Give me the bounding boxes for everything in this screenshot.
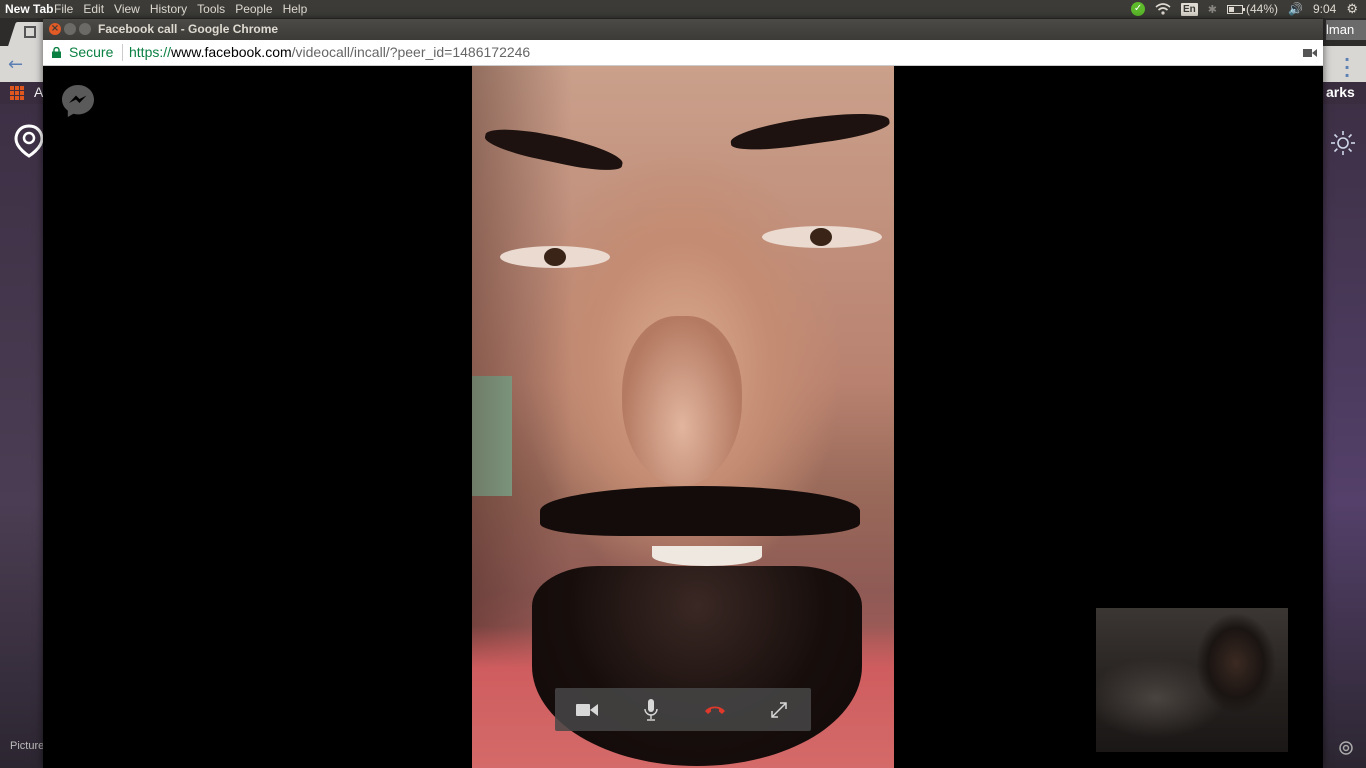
self-video-preview[interactable]: [1096, 608, 1288, 752]
camera-permission-icon[interactable]: [1303, 48, 1317, 58]
battery-icon: [1227, 4, 1246, 14]
window-maximize-button[interactable]: [79, 23, 91, 35]
remote-mustache: [540, 486, 860, 536]
menu-help[interactable]: Help: [283, 2, 308, 16]
chrome-menu-icon[interactable]: · · ·: [1344, 52, 1350, 84]
window-close-button[interactable]: ×: [49, 23, 61, 35]
menu-file[interactable]: File: [54, 2, 73, 16]
mute-button[interactable]: [635, 694, 667, 726]
keyboard-layout-indicator[interactable]: En: [1181, 2, 1198, 16]
update-check-icon[interactable]: ✓: [1131, 2, 1146, 16]
url-scheme: https://: [129, 44, 172, 60]
url-path: /videocall/incall/?peer_id=1486172246: [291, 44, 531, 60]
sun-icon[interactable]: [1330, 130, 1356, 156]
video-toggle-button[interactable]: [571, 694, 603, 726]
bluetooth-icon[interactable]: ✱: [1208, 3, 1217, 16]
facebook-call-window: × Facebook call - Google Chrome Secure h…: [43, 19, 1323, 768]
menu-tools[interactable]: Tools: [197, 2, 225, 16]
apps-label[interactable]: A: [34, 84, 43, 100]
video-camera-icon: [576, 703, 598, 716]
remote-eye-right: [762, 226, 882, 248]
remote-eyebrow-right: [728, 106, 892, 156]
picture-credit-label: Picture: [10, 740, 45, 752]
profile-button[interactable]: lman: [1326, 20, 1366, 40]
lock-icon[interactable]: [52, 47, 61, 58]
os-top-panel: New Tab File Edit View History Tools Peo…: [0, 0, 1366, 18]
window-title: Facebook call - Google Chrome: [98, 22, 279, 36]
address-bar[interactable]: Secure https://www.facebook.com/videocal…: [43, 40, 1323, 66]
url-text[interactable]: https://www.facebook.com/videocall/incal…: [129, 44, 530, 60]
menu-people[interactable]: People: [235, 2, 272, 16]
system-tray: ✓ En ✱ (44%) 🔊 9:04 ⚙: [1131, 1, 1358, 17]
address-separator: [122, 44, 123, 61]
url-host: www.facebook.com: [171, 44, 292, 60]
remote-nose: [622, 316, 742, 486]
fullscreen-button[interactable]: [763, 694, 795, 726]
expand-icon: [771, 701, 787, 718]
other-bookmarks-label[interactable]: arks: [1326, 84, 1355, 100]
video-call-area: [43, 66, 1323, 768]
wifi-icon[interactable]: [1155, 2, 1171, 16]
messenger-icon[interactable]: [60, 83, 96, 119]
menu-view[interactable]: View: [114, 2, 140, 16]
window-minimize-button[interactable]: [64, 23, 76, 35]
back-arrow-icon[interactable]: ←: [8, 54, 23, 75]
extension-logo-icon[interactable]: [14, 124, 44, 158]
hang-up-icon: [705, 706, 725, 714]
settings-gear-icon[interactable]: [1336, 738, 1356, 758]
end-call-button[interactable]: [699, 694, 731, 726]
menu-history[interactable]: History: [150, 2, 187, 16]
battery-percent: (44%): [1246, 2, 1279, 16]
remote-eye-left: [500, 246, 610, 268]
window-titlebar[interactable]: × Facebook call - Google Chrome: [43, 19, 1323, 40]
profile-name: lman: [1326, 22, 1355, 37]
secure-label[interactable]: Secure: [69, 44, 113, 60]
tab-page-icon: [24, 26, 36, 38]
new-tab-page-right: [1323, 104, 1366, 768]
global-menu: File Edit View History Tools People Help: [54, 2, 317, 16]
system-gear-icon[interactable]: ⚙: [1346, 1, 1358, 17]
remote-beard: [532, 566, 862, 766]
remote-video-feed: [472, 66, 894, 768]
new-tab-page-left: [0, 104, 43, 768]
microphone-icon: [644, 698, 658, 721]
apps-grid-icon[interactable]: [10, 86, 24, 100]
call-controls-bar: [555, 688, 811, 731]
battery-indicator[interactable]: (44%): [1227, 2, 1278, 16]
clock[interactable]: 9:04: [1313, 2, 1336, 16]
remote-mouth: [652, 546, 762, 566]
menu-edit[interactable]: Edit: [83, 2, 104, 16]
active-app-title: New Tab: [5, 2, 53, 16]
speaker-icon[interactable]: 🔊: [1288, 2, 1303, 16]
